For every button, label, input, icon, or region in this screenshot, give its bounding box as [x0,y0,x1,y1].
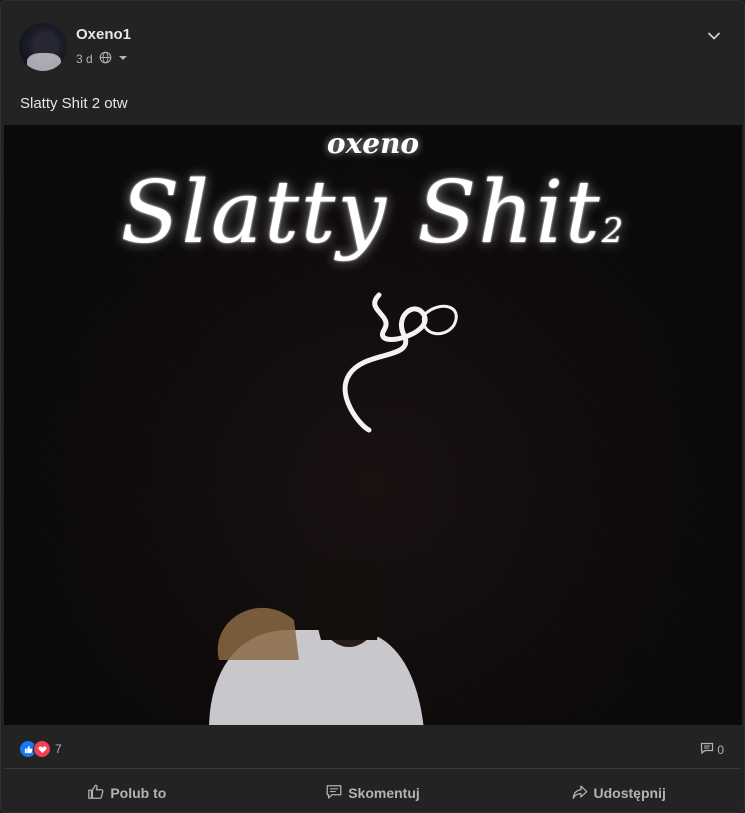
cover-artist-text: oxeno [326,127,420,160]
comment-button-label: Skomentuj [348,785,420,801]
post-card: Oxeno1 3 d Slatty Shit 2 otw oxeno Slatt… [0,0,745,813]
cover-title-main: Slatty Shit [120,163,602,263]
share-arrow-icon [571,783,589,804]
love-reaction-icon [33,740,51,758]
post-image[interactable]: oxeno Slatty Shit2 [4,125,742,725]
cover-title-number: 2 [601,211,626,251]
post-text: Slatty Shit 2 otw [20,95,128,112]
chevron-down-icon[interactable] [706,28,722,44]
cover-title: Slatty Shit2 [4,163,742,263]
comment-count-value: 0 [717,743,724,757]
like-button-label: Polub to [110,785,167,801]
reaction-count: 7 [55,742,62,756]
share-button-label: Udostępnij [593,785,666,801]
audience-dropdown-icon[interactable] [118,52,128,66]
reactions-bar: 7 0 [19,740,724,760]
globe-icon [99,51,112,67]
post-header: Oxeno1 3 d [19,20,726,72]
post-meta: 3 d [76,51,128,67]
comment-count[interactable]: 0 [700,742,724,758]
action-bar: Polub to Skomentuj Udostępnij [4,776,741,810]
thumbs-up-icon [87,783,105,804]
author-name[interactable]: Oxeno1 [76,26,131,43]
post-time[interactable]: 3 d [76,52,93,66]
speech-bubble-icon [325,783,343,804]
avatar[interactable] [19,23,67,71]
reaction-summary[interactable]: 7 [19,740,62,758]
comment-button[interactable]: Skomentuj [250,776,496,810]
like-button[interactable]: Polub to [4,776,250,810]
comment-icon [700,742,714,758]
actions-divider [4,768,741,769]
person-illustration [209,558,424,725]
snake-illustration [342,292,458,433]
share-button[interactable]: Udostępnij [495,776,741,810]
